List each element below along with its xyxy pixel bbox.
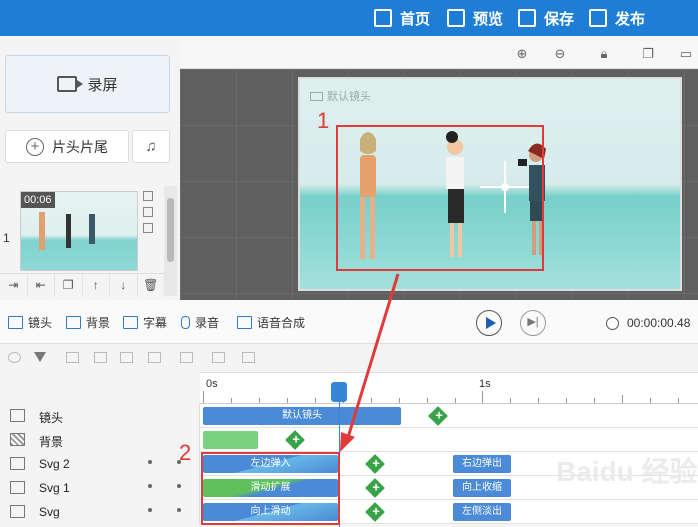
watermark: Baidu 经验 (556, 456, 698, 487)
annotation-arrow (340, 273, 400, 452)
